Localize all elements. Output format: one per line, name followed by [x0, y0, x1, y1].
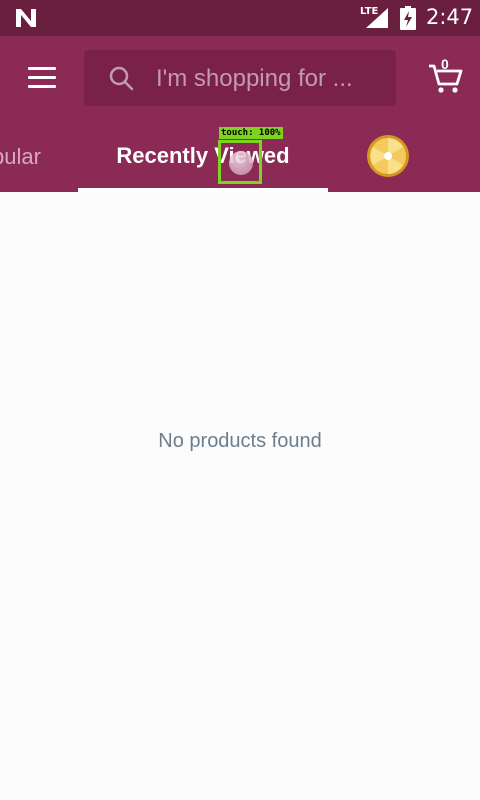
coin-icon[interactable]: [366, 134, 410, 178]
battery-icon: [400, 6, 416, 30]
tab-recently-viewed[interactable]: Recently Viewed: [78, 134, 328, 192]
menu-icon[interactable]: [28, 67, 56, 89]
search-icon: [109, 66, 134, 91]
cart-count: 0: [441, 56, 449, 72]
search-placeholder: I'm shopping for ...: [156, 65, 353, 92]
touch-point: [229, 151, 253, 175]
tab-popular-label: pular: [0, 144, 41, 169]
tab-recently-viewed-label: Recently Viewed: [116, 143, 290, 168]
signal-icon: [366, 8, 388, 28]
status-bar: LTE 2:47: [0, 0, 480, 36]
tab-popular[interactable]: pular: [0, 144, 41, 170]
android-n-icon: [16, 9, 36, 27]
empty-state-message: No products found: [158, 430, 322, 452]
touch-indicator-label: touch: 100%: [219, 127, 283, 139]
touch-indicator: [218, 140, 262, 184]
clock: 2:47: [426, 5, 474, 29]
search-input[interactable]: I'm shopping for ...: [84, 50, 396, 106]
main-content: No products found: [0, 192, 480, 800]
